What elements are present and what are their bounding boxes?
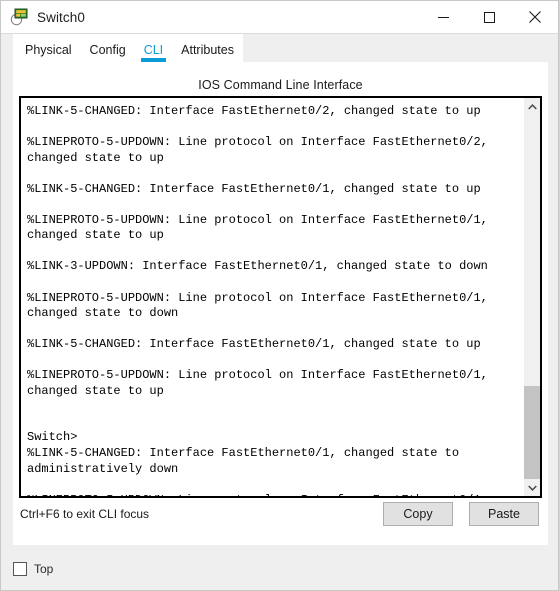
cli-console[interactable]: %LINK-5-CHANGED: Interface FastEthernet0…: [19, 96, 542, 498]
switch-device-icon: [9, 7, 29, 27]
copy-button[interactable]: Copy: [383, 502, 453, 526]
panel-heading: IOS Command Line Interface: [198, 78, 363, 92]
tab-cli-label: CLI: [143, 43, 164, 57]
tab-config[interactable]: Config: [90, 43, 126, 63]
tab-cli[interactable]: CLI: [140, 43, 167, 63]
title-bar: Switch0: [1, 1, 558, 34]
cli-focus-hint: Ctrl+F6 to exit CLI focus: [20, 507, 150, 521]
window-title: Switch0: [37, 9, 85, 25]
maximize-icon[interactable]: [466, 1, 512, 33]
tab-physical-label: Physical: [25, 43, 72, 57]
close-icon[interactable]: [512, 1, 558, 33]
top-checkbox[interactable]: [13, 562, 27, 576]
tab-config-label: Config: [89, 43, 126, 57]
switch-cli-window: Switch0 Physical Config CLI Attributes I…: [0, 0, 559, 591]
tab-attributes-label: Attributes: [181, 43, 234, 57]
chevron-down-icon[interactable]: [524, 479, 540, 496]
cli-output-text[interactable]: %LINK-5-CHANGED: Interface FastEthernet0…: [21, 98, 523, 496]
cli-panel: IOS Command Line Interface %LINK-5-CHANG…: [13, 62, 548, 545]
paste-button[interactable]: Paste: [469, 502, 539, 526]
tab-physical[interactable]: Physical: [25, 43, 72, 63]
top-checkbox-label: Top: [34, 562, 54, 576]
scrollbar-thumb[interactable]: [524, 386, 540, 481]
cli-scrollbar[interactable]: [523, 98, 540, 496]
bottom-bar: Top: [1, 553, 558, 590]
minimize-icon[interactable]: [420, 1, 466, 33]
top-checkbox-group[interactable]: Top: [13, 562, 53, 576]
chevron-up-icon[interactable]: [524, 98, 540, 115]
tab-attributes[interactable]: Attributes: [181, 43, 234, 63]
cli-panel-footer: Ctrl+F6 to exit CLI focus Copy Paste: [13, 502, 548, 532]
window-controls: [420, 1, 558, 33]
tab-strip-container: Physical Config CLI Attributes: [1, 34, 558, 63]
tab-strip: Physical Config CLI Attributes: [13, 34, 243, 63]
